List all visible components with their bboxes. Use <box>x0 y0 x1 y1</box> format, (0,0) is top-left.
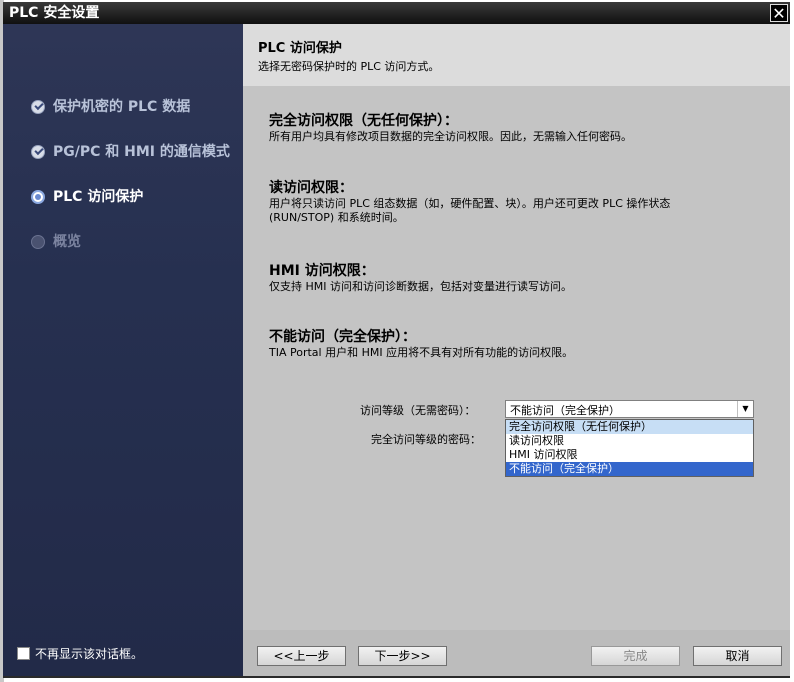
section-desc: TIA Portal 用户和 HMI 应用将不具有对所有功能的访问权限。 <box>269 346 574 359</box>
access-level-select[interactable]: 不能访问（完全保护） ▼ <box>505 400 754 418</box>
section-title: HMI 访问权限： <box>269 263 375 279</box>
section-desc: 所有用户均具有修改项目数据的完全访问权限。因此，无需输入任何密码。 <box>269 130 632 143</box>
check-circle-icon <box>31 145 45 159</box>
section-desc: 用户将只读访问 PLC 组态数据（如，硬件配置、块）。用户还可更改 PLC 操作… <box>269 197 671 210</box>
option-hmi-access[interactable]: HMI 访问权限 <box>506 448 753 462</box>
section-desc: (RUN/STOP) 和系统时间。 <box>269 211 404 224</box>
section-title: 读访问权限： <box>269 180 353 196</box>
cancel-button[interactable]: 取消 <box>693 646 782 666</box>
page-subtitle: 选择无密码保护时的 PLC 访问方式。 <box>258 60 440 73</box>
check-circle-icon <box>31 100 45 114</box>
page-title: PLC 访问保护 <box>258 41 342 56</box>
radio-current-icon <box>31 190 45 204</box>
access-level-label: 访问等级（无需密码）： <box>360 404 476 417</box>
section-title: 不能访问（完全保护）： <box>269 329 416 345</box>
window-title: PLC 安全设置 <box>9 5 100 21</box>
finish-button[interactable]: 完成 <box>591 646 680 666</box>
title-bar: PLC 安全设置 ✕ <box>3 2 790 24</box>
step-label: 概览 <box>53 234 81 250</box>
back-button[interactable]: <<上一步 <box>257 646 346 666</box>
dont-show-label: 不再显示该对话框。 <box>35 647 144 661</box>
close-icon[interactable]: ✕ <box>770 4 788 23</box>
section-hmi-access: HMI 访问权限： 仅支持 HMI 访问和访问诊断数据，包括对变量进行读写访问。 <box>269 263 769 294</box>
dont-show-checkbox[interactable] <box>17 647 30 660</box>
section-full-access: 完全访问权限（无任何保护）： 所有用户均具有修改项目数据的完全访问权限。因此，无… <box>269 113 769 144</box>
option-full-access[interactable]: 完全访问权限（无任何保护） <box>506 420 753 434</box>
section-desc: 仅支持 HMI 访问和访问诊断数据，包括对变量进行读写访问。 <box>269 280 572 293</box>
next-button[interactable]: 下一步>> <box>358 646 447 666</box>
content-panel: 完全访问权限（无任何保护）： 所有用户均具有修改项目数据的完全访问权限。因此，无… <box>243 86 790 630</box>
wizard-sidebar: 保护机密的 PLC 数据 PG/PC 和 HMI 的通信模式 PLC 访问保护 … <box>3 24 243 676</box>
section-no-access: 不能访问（完全保护）： TIA Portal 用户和 HMI 应用将不具有对所有… <box>269 329 769 360</box>
step-label: PG/PC 和 HMI 的通信模式 <box>53 144 230 160</box>
page-header: PLC 访问保护 选择无密码保护时的 PLC 访问方式。 <box>243 24 790 86</box>
section-title: 完全访问权限（无任何保护）： <box>269 113 458 129</box>
option-no-access[interactable]: 不能访问（完全保护） <box>506 462 753 476</box>
radio-pending-icon <box>31 235 45 249</box>
chevron-down-icon[interactable]: ▼ <box>737 401 753 417</box>
button-bar: <<上一步 下一步>> 完成 取消 <box>243 630 790 676</box>
section-read-access: 读访问权限： 用户将只读访问 PLC 组态数据（如，硬件配置、块）。用户还可更改… <box>269 180 769 225</box>
step-label: PLC 访问保护 <box>53 189 144 205</box>
dialog-window: PLC 安全设置 ✕ 保护机密的 PLC 数据 PG/PC 和 HMI 的通信模… <box>3 2 790 678</box>
option-read-access[interactable]: 读访问权限 <box>506 434 753 448</box>
access-level-value: 不能访问（完全保护） <box>510 404 620 417</box>
access-level-dropdown: 完全访问权限（无任何保护） 读访问权限 HMI 访问权限 不能访问（完全保护） <box>505 419 754 477</box>
password-label: 完全访问等级的密码： <box>371 433 481 446</box>
step-label: 保护机密的 PLC 数据 <box>53 99 191 115</box>
